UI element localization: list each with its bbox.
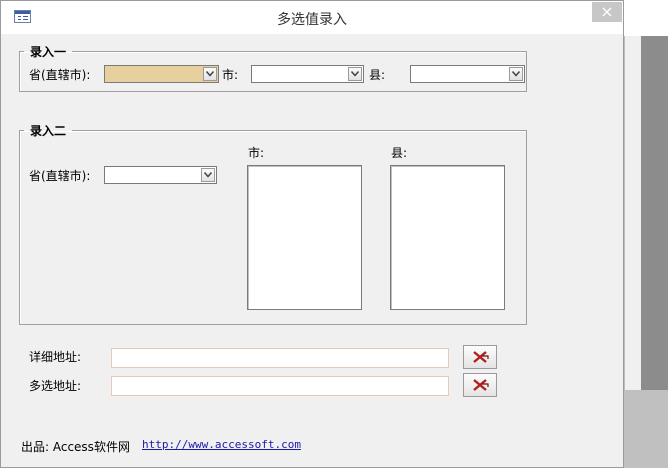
province-label-1: 省(直辖市): bbox=[29, 68, 91, 82]
dropdown-arrow-icon[interactable] bbox=[203, 67, 217, 81]
province-combo-1[interactable] bbox=[104, 65, 219, 83]
background-lower bbox=[624, 390, 668, 468]
detail-address-field[interactable] bbox=[111, 348, 449, 368]
form-window: 多选值录入 × 录入一 省(直辖市): 市: 县: 录入二 省(直辖市): 市:… bbox=[0, 0, 624, 468]
county-listbox[interactable] bbox=[390, 165, 505, 310]
dropdown-arrow-icon[interactable] bbox=[201, 168, 215, 182]
detail-address-label: 详细地址: bbox=[29, 350, 82, 364]
city-label-1: 市: bbox=[222, 68, 239, 82]
county-combo-1[interactable] bbox=[410, 65, 525, 83]
clear-x-icon bbox=[473, 379, 489, 391]
dropdown-arrow-icon[interactable] bbox=[509, 67, 523, 81]
city-list-label: 市: bbox=[248, 146, 265, 160]
multi-address-field[interactable] bbox=[111, 376, 449, 396]
county-label-1: 县: bbox=[369, 68, 386, 82]
group-entry-two-legend: 录入二 bbox=[30, 124, 67, 138]
city-combo-1[interactable] bbox=[251, 65, 364, 83]
clear-detail-button[interactable] bbox=[463, 345, 497, 369]
group-entry-one-legend: 录入一 bbox=[30, 45, 67, 59]
city-listbox[interactable] bbox=[247, 165, 362, 310]
clear-x-icon bbox=[473, 351, 489, 363]
footer-link[interactable]: http://www.accessoft.com bbox=[142, 438, 301, 451]
county-list-label: 县: bbox=[391, 146, 408, 160]
province-combo-2[interactable] bbox=[104, 166, 217, 184]
clear-multi-button[interactable] bbox=[463, 373, 497, 397]
title-bar[interactable]: 多选值录入 × bbox=[1, 1, 623, 34]
close-button[interactable]: × bbox=[592, 2, 622, 22]
dropdown-arrow-icon[interactable] bbox=[348, 67, 362, 81]
background-top bbox=[624, 0, 668, 36]
close-icon: × bbox=[600, 2, 614, 21]
footer-credit: 出品: Access软件网 bbox=[21, 440, 130, 454]
window-title: 多选值录入 bbox=[277, 12, 347, 28]
multi-address-label: 多选地址: bbox=[29, 379, 82, 393]
province-label-2: 省(直辖市): bbox=[29, 169, 91, 183]
